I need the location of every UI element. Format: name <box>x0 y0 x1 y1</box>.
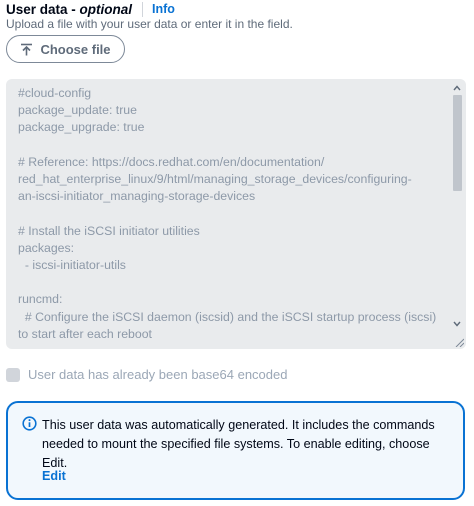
user-data-textarea[interactable]: #cloud-config package_update: true packa… <box>6 79 466 349</box>
choose-file-label: Choose file <box>40 41 111 57</box>
resize-handle-icon[interactable] <box>454 337 464 347</box>
edit-link[interactable]: Edit <box>42 469 66 483</box>
upload-arrow-icon <box>21 43 33 55</box>
info-circle-icon <box>22 416 37 431</box>
base64-checkbox-label: User data has already been base64 encode… <box>28 367 288 382</box>
textarea-scrollbar[interactable] <box>450 81 464 347</box>
base64-checkbox-row[interactable]: User data has already been base64 encode… <box>6 367 287 382</box>
user-data-header: User data - optional Info <box>6 0 175 18</box>
choose-file-button[interactable]: Choose file <box>6 35 125 63</box>
user-data-content: #cloud-config package_update: true packa… <box>18 86 437 341</box>
info-alert: This user data was automatically generat… <box>6 401 465 500</box>
scroll-down-icon[interactable] <box>452 319 462 329</box>
user-data-label-text: User data - <box>6 1 80 17</box>
user-data-label: User data - optional <box>6 2 132 17</box>
header-divider <box>142 1 144 17</box>
info-link[interactable]: Info <box>152 2 175 16</box>
base64-checkbox[interactable] <box>6 367 20 382</box>
optional-label: optional <box>79 1 133 17</box>
alert-message: This user data was automatically generat… <box>42 418 435 470</box>
scroll-thumb[interactable] <box>453 95 462 191</box>
scroll-up-icon[interactable] <box>452 83 462 93</box>
user-data-description: Upload a file with your user data or ent… <box>6 17 293 31</box>
